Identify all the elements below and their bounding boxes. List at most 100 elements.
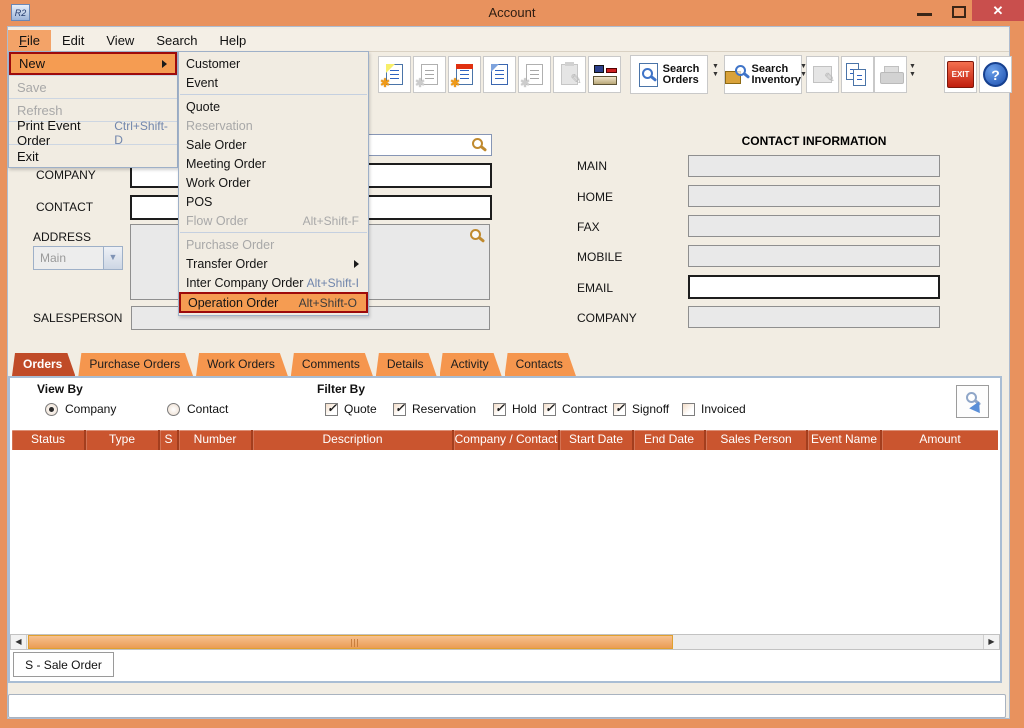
checkbox-invoiced[interactable]: Invoiced — [682, 402, 746, 416]
search-orders-button[interactable]: SearchOrders — [630, 55, 708, 94]
menu-view[interactable]: View — [95, 30, 145, 51]
legend-sale-order: S - Sale Order — [13, 652, 114, 677]
contact-company-label: COMPANY — [577, 311, 637, 325]
document-icon — [491, 64, 508, 85]
tab-contacts[interactable]: Contacts — [505, 353, 576, 376]
menu-search[interactable]: Search — [145, 30, 208, 51]
column-header-status[interactable]: Status — [12, 430, 84, 450]
menu-item-print-event-order[interactable]: Print Event Order Ctrl+Shift-D — [9, 121, 177, 144]
fax-label: FAX — [577, 220, 600, 234]
submenu-item-work-order[interactable]: Work Order — [179, 173, 368, 192]
column-header-event-name[interactable]: Event Name — [808, 430, 880, 450]
new-document-icon — [386, 64, 403, 85]
submenu-item-pos[interactable]: POS — [179, 192, 368, 211]
search-inventory-button[interactable]: SearchInventory — [724, 55, 802, 94]
pos-register-button[interactable] — [588, 56, 621, 93]
help-button[interactable]: ? — [979, 56, 1012, 93]
column-header-number[interactable]: Number — [179, 430, 251, 450]
maximize-icon — [952, 6, 966, 18]
tab-activity[interactable]: Activity — [440, 353, 502, 376]
address-type-value: Main — [34, 247, 103, 269]
apply-filter-search-button[interactable] — [956, 385, 989, 418]
horizontal-scrollbar[interactable]: ◀ ▶ — [10, 634, 1000, 650]
search-orders-overflow-arrows[interactable] — [709, 63, 722, 87]
submenu-item-quote[interactable]: Quote — [179, 97, 368, 116]
column-header-description[interactable]: Description — [253, 430, 452, 450]
address-search-icon[interactable] — [470, 229, 481, 240]
new-quote-document-button[interactable] — [378, 56, 411, 93]
print-disabled-button — [874, 56, 907, 93]
exit-icon: EXIT — [947, 61, 974, 88]
column-header-end-date[interactable]: End Date — [634, 430, 704, 450]
tab-details[interactable]: Details — [376, 353, 437, 376]
checkbox-signoff[interactable]: Signoff — [613, 402, 669, 416]
tab-work-orders[interactable]: Work Orders — [196, 353, 288, 376]
edit-disabled-button — [806, 56, 839, 93]
search-icon[interactable] — [472, 138, 483, 149]
radio-company[interactable]: Company — [45, 402, 116, 416]
email-field[interactable] — [688, 275, 940, 299]
submenu-item-transfer-order[interactable]: Transfer Order — [179, 254, 368, 273]
flow-order-shortcut: Alt+Shift-F — [303, 214, 359, 228]
new-document-disabled-button — [413, 56, 446, 93]
address-type-combo[interactable]: Main ▼ — [33, 246, 123, 270]
minimize-button[interactable] — [912, 4, 938, 21]
column-header-type[interactable]: Type — [86, 430, 158, 450]
scroll-left-arrow[interactable]: ◀ — [11, 635, 27, 649]
checkbox-reservation[interactable]: Reservation — [393, 402, 476, 416]
submenu-item-operation-order[interactable]: Operation Order Alt+Shift-O — [179, 292, 368, 313]
contact-information-title: CONTACT INFORMATION — [688, 134, 940, 148]
print-overflow-arrows[interactable] — [906, 63, 919, 87]
transfer-order-label: Transfer Order — [186, 257, 268, 271]
column-header-amount[interactable]: Amount — [882, 430, 998, 450]
checkbox-hold[interactable]: Hold — [493, 402, 537, 416]
checkbox-quote[interactable]: Quote — [325, 402, 377, 416]
submenu-item-sale-order[interactable]: Sale Order — [179, 135, 368, 154]
checkbox-reservation-label: Reservation — [412, 402, 476, 416]
tab-orders[interactable]: Orders — [12, 353, 75, 376]
printer-icon — [880, 66, 902, 84]
filter-by-label: Filter By — [317, 382, 365, 396]
checkbox-hold-label: Hold — [512, 402, 537, 416]
checkbox-icon — [543, 403, 556, 416]
scrollbar-thumb[interactable] — [28, 635, 673, 649]
copy-button[interactable] — [841, 56, 874, 93]
close-button[interactable]: ✕ — [972, 0, 1024, 21]
maximize-button[interactable] — [946, 4, 972, 21]
open-document-button[interactable] — [483, 56, 516, 93]
radio-company-label: Company — [65, 402, 116, 416]
column-header-s[interactable]: S — [160, 430, 177, 450]
exit-toolbar-button[interactable]: EXIT — [944, 56, 977, 93]
menu-edit[interactable]: Edit — [51, 30, 95, 51]
submenu-item-meeting-order[interactable]: Meeting Order — [179, 154, 368, 173]
menu-item-new[interactable]: New — [9, 52, 177, 75]
checkbox-contract[interactable]: Contract — [543, 402, 607, 416]
document-disabled-icon — [526, 64, 543, 85]
scroll-right-arrow[interactable]: ▶ — [983, 635, 999, 649]
inter-company-order-shortcut: Alt+Shift-I — [307, 276, 359, 290]
operation-order-shortcut: Alt+Shift-O — [299, 296, 357, 310]
print-event-order-label: Print Event Order — [17, 118, 105, 148]
new-order-document-button[interactable] — [448, 56, 481, 93]
checkbox-icon — [325, 403, 338, 416]
orders-table-header: Status Type S Number Description Company… — [12, 430, 998, 450]
edit-pencil-icon — [813, 66, 832, 83]
column-header-start-date[interactable]: Start Date — [560, 430, 632, 450]
radio-contact[interactable]: Contact — [167, 402, 228, 416]
menu-help[interactable]: Help — [209, 30, 258, 51]
document-disabled-icon — [421, 64, 438, 85]
column-header-company-contact[interactable]: Company / Contact — [454, 430, 558, 450]
tab-purchase-orders[interactable]: Purchase Orders — [78, 353, 193, 376]
submenu-item-inter-company-order[interactable]: Inter Company Order Alt+Shift-I — [179, 273, 368, 292]
tab-comments[interactable]: Comments — [291, 353, 373, 376]
radio-contact-label: Contact — [187, 402, 228, 416]
checkbox-icon — [493, 403, 506, 416]
submenu-item-purchase-order: Purchase Order — [179, 235, 368, 254]
submenu-item-event[interactable]: Event — [179, 73, 368, 92]
menu-file[interactable]: File — [8, 30, 51, 51]
print-event-order-shortcut: Ctrl+Shift-D — [114, 119, 169, 147]
column-header-sales-person[interactable]: Sales Person — [706, 430, 806, 450]
submenu-item-customer[interactable]: Customer — [179, 54, 368, 73]
cash-register-icon — [593, 65, 617, 85]
chevron-down-icon[interactable]: ▼ — [103, 247, 122, 269]
